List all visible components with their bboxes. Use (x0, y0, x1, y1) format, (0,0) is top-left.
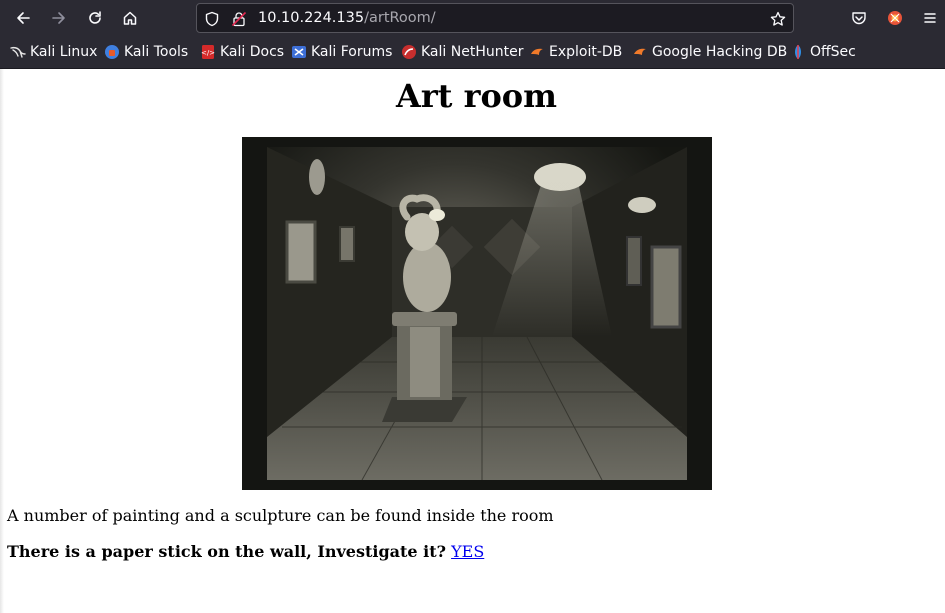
page-title: Art room (395, 77, 557, 115)
forward-button[interactable] (44, 3, 74, 33)
url-text[interactable]: 10.10.224.135/artRoom/ (258, 10, 436, 26)
tracking-shield-icon[interactable] (204, 11, 220, 27)
bookmark-label: OffSec (810, 44, 856, 60)
google-hacking-db-icon (632, 44, 648, 60)
home-button[interactable] (115, 3, 145, 33)
bookmark-kali-tools[interactable]: Kali Tools (104, 42, 188, 62)
bookmark-label: Google Hacking DB (652, 44, 788, 60)
reload-button[interactable] (80, 3, 110, 33)
kali-docs-icon: </> (200, 44, 216, 60)
art-room-image (242, 137, 712, 490)
bookmark-kali-docs[interactable]: </> Kali Docs (200, 42, 284, 62)
kali-dragon-icon (10, 44, 26, 60)
svg-text:</>: </> (201, 49, 215, 57)
extension-icon (888, 11, 902, 25)
back-button[interactable] (8, 3, 38, 33)
kali-forums-icon (291, 44, 307, 60)
url-path: /artRoom/ (364, 10, 436, 26)
pocket-button[interactable] (844, 3, 874, 33)
bookmark-label: Kali Tools (124, 44, 189, 60)
offsec-icon (790, 44, 806, 60)
bookmark-kali-nethunter[interactable]: Kali NetHunter (401, 42, 523, 62)
bookmark-star-icon[interactable] (770, 11, 786, 27)
page-edge-shadow (0, 69, 4, 613)
app-menu-button[interactable] (915, 3, 945, 33)
bookmark-label: Kali Docs (220, 44, 285, 60)
page-content: Art room A number of painting and a scul… (0, 69, 945, 613)
room-description: A number of painting and a sculpture can… (7, 506, 554, 525)
art-room-scene (242, 137, 712, 490)
kali-tools-icon (104, 44, 120, 60)
bookmark-offsec[interactable]: OffSec (790, 42, 856, 62)
browser-toolbar: 10.10.224.135/artRoom/ (0, 0, 945, 36)
bookmark-kali-forums[interactable]: Kali Forums (291, 42, 392, 62)
reload-icon (89, 11, 101, 24)
insecure-lock-icon[interactable] (231, 11, 247, 27)
url-bar[interactable]: 10.10.224.135/artRoom/ (196, 3, 794, 33)
yes-link[interactable]: YES (451, 542, 484, 561)
bookmark-label: Kali Linux (30, 44, 98, 60)
kali-nethunter-icon (401, 44, 417, 60)
url-host: 10.10.224.135 (258, 10, 365, 26)
forward-arrow-icon (52, 12, 65, 24)
exploit-db-icon (529, 44, 545, 60)
back-arrow-icon (17, 12, 30, 24)
home-icon (123, 11, 137, 25)
bookmark-label: Kali NetHunter (421, 44, 524, 60)
bookmark-label: Kali Forums (311, 44, 393, 60)
bookmarks-toolbar: Kali Linux Kali Tools </> Kali Docs Kali… (0, 36, 945, 69)
hamburger-menu-icon (924, 13, 936, 23)
bookmark-kali-linux[interactable]: Kali Linux (10, 42, 97, 62)
bookmark-label: Exploit-DB (549, 44, 623, 60)
investigate-question: There is a paper stick on the wall, Inve… (7, 542, 446, 561)
pocket-icon (852, 12, 866, 25)
extension-button[interactable] (880, 3, 910, 33)
bookmark-exploit-db[interactable]: Exploit-DB (529, 42, 622, 62)
investigate-prompt: There is a paper stick on the wall, Inve… (7, 542, 484, 561)
bookmark-google-hacking-db[interactable]: Google Hacking DB (632, 42, 787, 62)
